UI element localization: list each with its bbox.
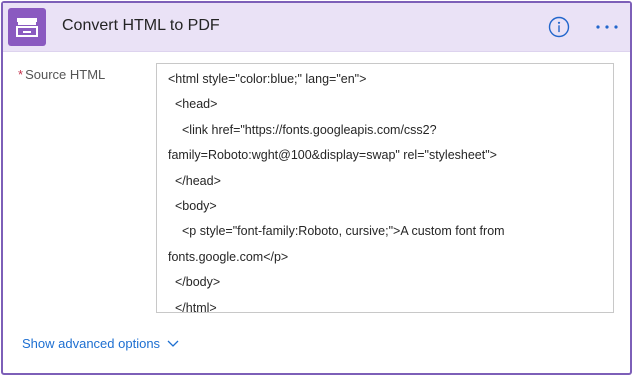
code-line: </head>: [175, 173, 221, 188]
more-options-icon[interactable]: [594, 17, 620, 37]
action-title: Convert HTML to PDF: [62, 17, 220, 34]
source-html-input[interactable]: <html style="color:blue;" lang="en"> <he…: [156, 63, 614, 313]
info-icon[interactable]: [548, 16, 570, 38]
action-header[interactable]: Convert HTML to PDF: [3, 3, 630, 52]
code-line: <body>: [175, 199, 217, 214]
action-card: Convert HTML to PDF * Source HTML <html s…: [1, 1, 632, 375]
source-html-label: * Source HTML: [18, 67, 105, 82]
show-advanced-options-link[interactable]: Show advanced options: [22, 336, 179, 354]
code-line: fonts.google.com</p>: [168, 249, 289, 264]
code-line: <link href="https://fonts.googleapis.com…: [182, 122, 437, 137]
source-html-label-text: Source HTML: [25, 67, 106, 82]
code-line: <p style="font-family:Roboto, cursive;">…: [182, 224, 505, 239]
required-marker: *: [18, 67, 24, 82]
drawer-tray-icon: [8, 8, 46, 46]
code-line: family=Roboto:wght@100&display=swap" rel…: [168, 148, 497, 163]
code-line: <head>: [175, 97, 218, 112]
code-line: <html style="color:blue;" lang="en">: [168, 72, 367, 86]
code-line: </body>: [175, 275, 221, 290]
code-line: </html>: [175, 300, 217, 313]
show-advanced-options-label: Show advanced options: [22, 336, 161, 351]
chevron-down-icon: [167, 336, 179, 351]
